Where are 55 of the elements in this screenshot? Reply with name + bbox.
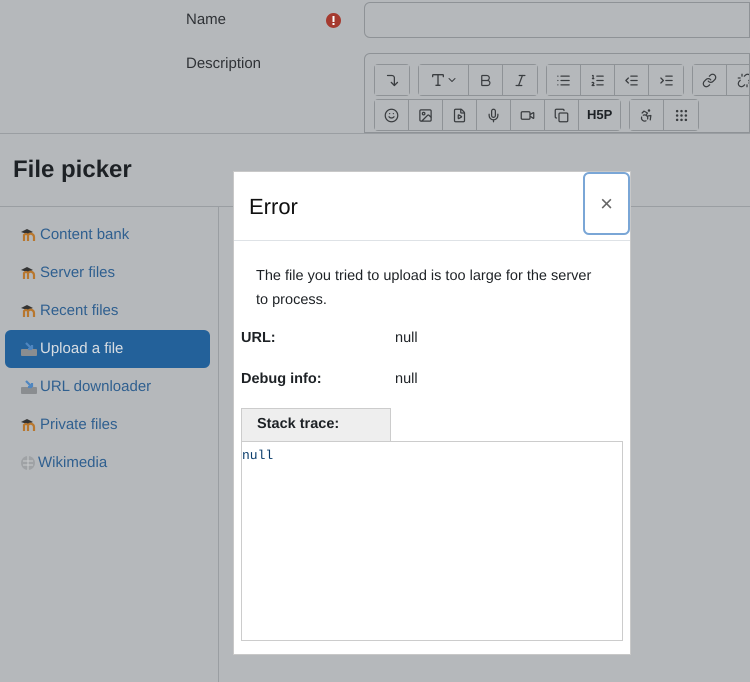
repository-item[interactable]: Private files (5, 406, 210, 444)
name-input[interactable] (364, 2, 750, 38)
repository-item[interactable]: URL downloader (5, 368, 210, 406)
mic-icon (486, 108, 501, 122)
upload-icon (20, 379, 38, 395)
emoji-icon (384, 108, 399, 122)
detail-value: null (395, 370, 418, 389)
repository-label: Content bank (40, 224, 130, 245)
repository-item[interactable]: Server files (5, 254, 210, 292)
detail-label: URL: (241, 329, 277, 348)
upload-icon (20, 341, 38, 357)
repository-item[interactable]: Recent files (5, 292, 210, 330)
stack-trace-text: null (242, 448, 274, 462)
repository-item[interactable]: Wikimedia (5, 444, 210, 482)
outdent-icon (624, 72, 639, 88)
numbers-icon (590, 72, 605, 88)
repository-label: Recent files (40, 300, 118, 321)
repository-item[interactable]: Upload a file (5, 330, 210, 368)
indent-icon (658, 72, 674, 88)
moodle-icon (20, 267, 38, 279)
globe-icon (20, 455, 36, 471)
font-button[interactable] (419, 65, 469, 95)
accessibility-icon (639, 108, 654, 122)
repository-label: Private files (40, 414, 118, 435)
field-label: Description (186, 54, 262, 74)
bullets-icon (556, 72, 571, 88)
media-icon (452, 108, 467, 122)
error-message: The file you tried to upload is too large for the server to process. (256, 267, 592, 310)
moodle-icon (20, 305, 38, 317)
accessibility-button[interactable] (630, 100, 664, 130)
field-label: Name (186, 10, 228, 30)
link-icon (702, 72, 717, 88)
repository-label: URL downloader (40, 376, 152, 397)
link-button[interactable] (693, 65, 727, 95)
bold-icon (478, 72, 493, 88)
file-picker-title: File picker (13, 155, 132, 185)
close-button[interactable]: × (583, 172, 630, 235)
font-icon (430, 72, 446, 88)
detail-value: null (395, 329, 418, 348)
bullets-button[interactable] (547, 65, 581, 95)
copy-icon (554, 108, 569, 122)
moodle-icon (20, 229, 38, 241)
italic-icon (512, 72, 528, 88)
braille-icon (674, 108, 689, 122)
image-icon (418, 108, 433, 122)
detail-label: Debug info: (241, 370, 323, 389)
emoji-button[interactable] (375, 100, 409, 130)
repository-label: Server files (40, 262, 116, 283)
repository-item[interactable]: Content bank (5, 216, 210, 254)
dialog-title: Error (249, 192, 298, 220)
moodle-icon (20, 419, 38, 431)
unlink-icon (736, 72, 749, 88)
repository-label: Upload a file (40, 338, 124, 359)
arrow-down-icon (384, 72, 400, 88)
repository-label: Wikimedia (38, 452, 108, 473)
